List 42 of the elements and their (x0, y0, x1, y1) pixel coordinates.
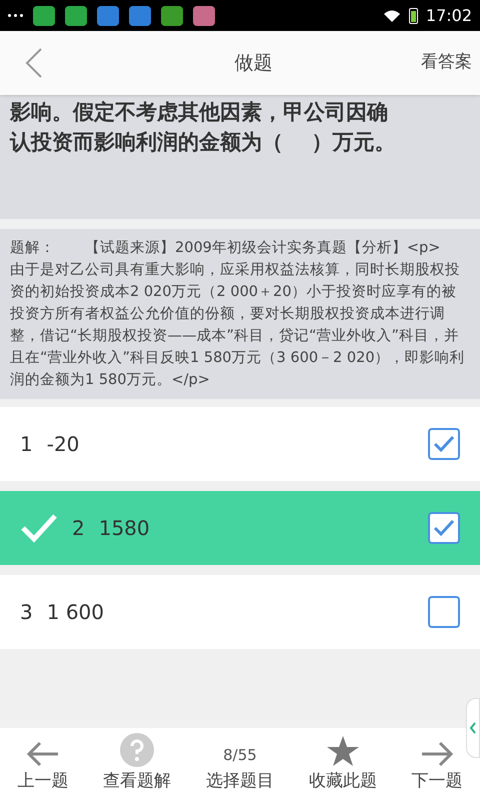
more-icon (8, 14, 23, 17)
right-arrow-icon (420, 740, 454, 766)
battery-icon (408, 8, 418, 24)
checkbox[interactable] (428, 428, 460, 460)
answer-option[interactable]: 1 -20 (0, 407, 480, 481)
checkbox[interactable] (428, 512, 460, 544)
page-title: 做题 (234, 50, 274, 76)
left-arrow-icon (26, 740, 60, 766)
clock: 17:02 (426, 4, 472, 26)
nav-button[interactable]: 下一题 (412, 740, 463, 794)
wifi-icon (382, 8, 401, 22)
option-text: 1 600 (46, 599, 105, 626)
explanation-text: 题解： 【试题来源】2009年初级会计实务真题【分析】<p> 由于是对乙公司具有重大影响，应采用权益法核算，同时长期股权投资的初始投资成本2 020万元（2 000＋20）小于投资时应享有的被投资方所有者权益公允价值的份额，要对长期股权投资成本进行调整，借记“长期股权投资——成本”科目，贷记“营业外收入”科目，并且在“营业外收入”科目反映1 580万元（3 600－2 020），即影响利润的金额为1 580万元。</p> (10, 238, 466, 390)
check-icon (20, 513, 58, 543)
app-notification-icon (129, 6, 151, 26)
answer-option[interactable]: 2 1580 (0, 491, 480, 565)
question-counter: 8/55 (223, 745, 257, 766)
option-text: -20 (46, 431, 80, 458)
app-notification-icon (65, 6, 87, 26)
option-number: 1 (20, 431, 33, 458)
back-icon (24, 47, 44, 79)
nav-button[interactable]: 查看题解 (103, 732, 172, 794)
app-notification-icon (161, 6, 183, 26)
app-notification-icon (33, 6, 55, 26)
show-answer-button[interactable]: 看答案 (421, 50, 472, 76)
side-drawer-handle[interactable] (466, 698, 480, 758)
checkmark-icon (433, 435, 455, 453)
nav-button[interactable]: 收藏此题 (308, 734, 377, 794)
checkmark-icon (433, 519, 455, 537)
checkbox[interactable] (428, 596, 460, 628)
app-notification-icon (97, 6, 119, 26)
question-text: 影响。假定不考虑其他因素，甲公司因确 (10, 99, 389, 126)
option-text: 1580 (98, 515, 151, 542)
answer-option[interactable]: 3 1 600 (0, 575, 480, 649)
question-text: 认投资而影响利润的金额为（ ）万元。 (10, 129, 396, 156)
option-number: 3 (20, 599, 33, 626)
app-notification-icon (193, 6, 215, 26)
option-number: 2 (72, 515, 85, 542)
nav-button[interactable]: 上一题 (17, 740, 68, 794)
nav-button[interactable]: 8/55 选择题目 (206, 744, 274, 794)
question-mark-icon (120, 732, 154, 766)
star-icon (326, 734, 360, 766)
